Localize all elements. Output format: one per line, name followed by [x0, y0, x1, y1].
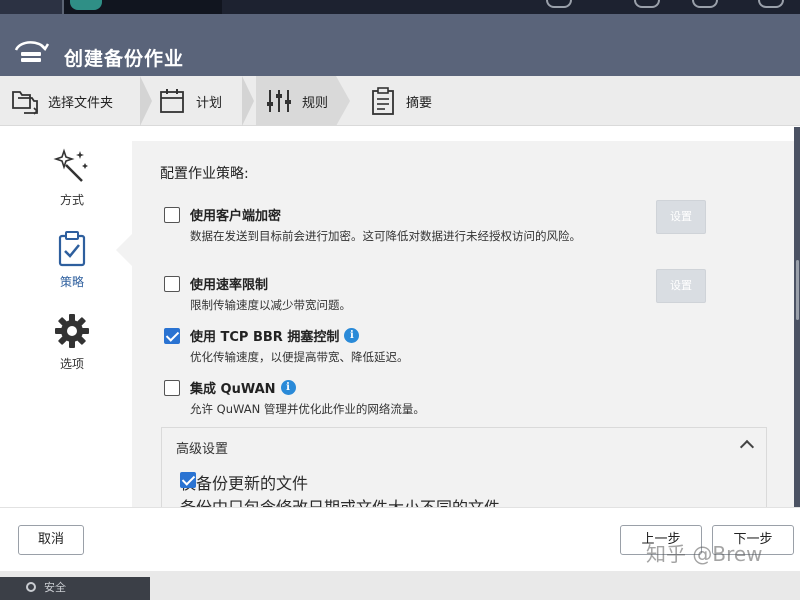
encryption-settings-button[interactable]: 设置: [656, 200, 706, 234]
sidebar-item-method[interactable]: 方式: [44, 147, 100, 208]
user-icon[interactable]: [758, 0, 784, 8]
section-title: 配置作业策略:: [160, 166, 249, 182]
info-icon[interactable]: i: [280, 380, 296, 395]
option-description: 数据在发送到目标前会进行加密。这可降低对数据进行未经授权访问的风险。: [190, 229, 581, 243]
option-label: 使用速率限制: [190, 278, 269, 293]
rate-limit-checkbox[interactable]: [164, 276, 180, 292]
option-label: 仅备份更新的文件: [180, 474, 309, 493]
step-rules[interactable]: 规则: [256, 76, 336, 126]
advanced-settings-header[interactable]: 高级设置: [162, 428, 766, 464]
dialog-title: 创建备份作业: [64, 48, 185, 70]
os-top-bar: [0, 0, 800, 14]
active-pointer: [116, 234, 132, 266]
step-schedule[interactable]: 计划: [158, 76, 222, 126]
step-select-folder[interactable]: 选择文件夹: [10, 76, 113, 126]
folder-copy-icon: [12, 91, 39, 115]
app-icon: [70, 0, 102, 10]
wizard-steps: 选择文件夹 计划 规则 摘要: [0, 76, 800, 126]
info-icon[interactable]: i: [344, 328, 360, 343]
option-description: 允许 QuWAN 管理并优化此作业的网络流量。: [190, 402, 425, 416]
watermark: 知乎 @Brew: [646, 542, 763, 566]
shield-icon: [26, 582, 36, 592]
advanced-settings-panel: 高级设置 仅备份更新的文件 备份中只包含修改日期或文件大小不同的文件。: [161, 427, 767, 507]
step-label: 选择文件夹: [48, 95, 114, 111]
rate-limit-settings-button[interactable]: 设置: [656, 269, 706, 303]
option-label: 集成 QuWAN: [190, 382, 276, 397]
sidebar-item-label: 选项: [59, 357, 84, 371]
dialog-footer: 取消 上一步 下一步 知乎 @Brew: [0, 507, 800, 571]
step-summary[interactable]: 摘要: [368, 76, 432, 126]
gear-icon: [55, 314, 89, 348]
tcp-bbr-checkbox[interactable]: [164, 328, 180, 344]
incremental-checkbox[interactable]: [180, 472, 196, 488]
os-taskbar: 安全: [0, 571, 800, 600]
advanced-settings-title: 高级设置: [176, 442, 229, 457]
clipboard-list-icon: [372, 87, 394, 115]
search-icon[interactable]: [546, 0, 572, 8]
sidebar: 方式 策略 选项: [0, 127, 132, 507]
sidebar-item-policy[interactable]: 策略: [44, 229, 100, 290]
taskbar-item-security[interactable]: 安全: [26, 579, 66, 595]
menu-icon[interactable]: [634, 0, 660, 8]
step-label: 规则: [302, 95, 329, 111]
option-description: 优化传输速度，以便提高带宽、降低延迟。: [190, 350, 409, 364]
notification-icon[interactable]: [692, 0, 718, 8]
backup-drive-icon: [14, 41, 50, 62]
step-label: 摘要: [406, 95, 433, 111]
option-description: 限制传输速度以减少带宽问题。: [190, 298, 351, 312]
sliders-icon: [267, 90, 291, 112]
clipboard-check-icon: [58, 231, 86, 267]
option-label: 使用客户端加密: [190, 209, 282, 224]
step-label: 计划: [196, 95, 223, 111]
option-description: 备份中只包含修改日期或文件大小不同的文件。: [180, 494, 700, 507]
sidebar-item-label: 方式: [59, 193, 84, 207]
encryption-checkbox[interactable]: [164, 207, 180, 223]
calendar-icon: [160, 89, 184, 113]
sidebar-item-options[interactable]: 选项: [44, 311, 100, 372]
dialog-title-bar: 创建备份作业: [0, 14, 800, 76]
sidebar-item-label: 策略: [59, 275, 84, 289]
quwan-checkbox[interactable]: [164, 380, 180, 396]
option-label: 使用 TCP BBR 拥塞控制: [190, 330, 340, 345]
cancel-button[interactable]: 取消: [18, 525, 84, 555]
taskbar-item-label: 安全: [44, 581, 66, 594]
scrollbar[interactable]: [796, 260, 799, 320]
option-incremental-only: 仅备份更新的文件 备份中只包含修改日期或文件大小不同的文件。: [180, 470, 700, 507]
chevron-up-icon[interactable]: [739, 439, 755, 455]
magic-wand-icon: [53, 148, 88, 182]
policy-panel: 配置作业策略: 使用客户端加密 数据在发送到目标前会进行加密。这可降低对数据进行…: [132, 141, 800, 507]
